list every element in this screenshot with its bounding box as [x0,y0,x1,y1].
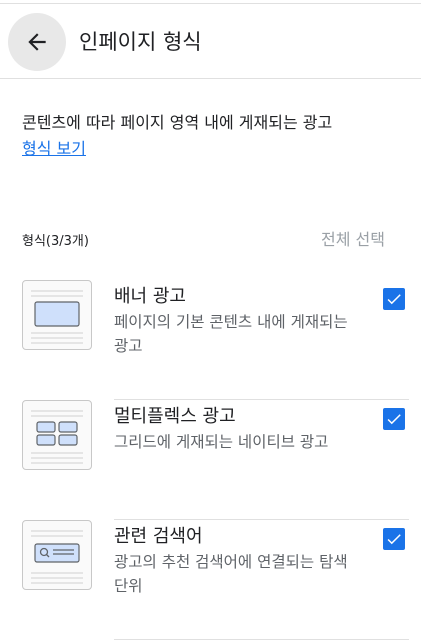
banner-checkbox[interactable] [383,288,405,310]
format-description: 페이지의 기본 콘텐츠 내에 게재되는 광고 [114,313,348,355]
format-title: 관련 검색어 [114,526,203,547]
header-divider [0,78,421,79]
banner-ad-thumbnail-icon [22,280,92,350]
format-title: 멀티플렉스 광고 [114,406,236,427]
multiplex-checkbox[interactable] [383,408,405,430]
checkmark-icon [387,414,401,425]
back-button[interactable] [8,13,66,71]
format-description: 그리드에 게재되는 네이티브 광고 [114,433,329,451]
related-search-checkbox[interactable] [383,528,405,550]
view-formats-link[interactable]: 형식 보기 [22,136,86,162]
page-title: 인페이지 형식 [79,30,202,54]
section-label: 형식(3/3개) [22,234,89,249]
header: 인페이지 형식 [0,0,421,78]
description-text: 콘텐츠에 따라 페이지 영역 내에 게재되는 광고 [22,113,333,132]
checkmark-icon [387,294,401,305]
multiplex-ad-thumbnail-icon [22,400,92,470]
format-item-banner[interactable]: 배너 광고 페이지의 기본 콘텐츠 내에 게재되는 광고 [22,280,409,400]
related-search-thumbnail-icon [22,520,92,590]
format-title: 배너 광고 [114,286,186,307]
checkmark-icon [387,534,401,545]
format-item-multiplex[interactable]: 멀티플렉스 광고 그리드에 게재되는 네이티브 광고 [22,400,409,520]
select-all-button[interactable]: 전체 선택 [321,226,385,250]
arrow-back-icon [28,33,46,51]
format-item-related-search[interactable]: 관련 검색어 광고의 추천 검색어에 연결되는 탐색 단위 [22,520,409,640]
description: 콘텐츠에 따라 페이지 영역 내에 게재되는 광고 형식 보기 [22,110,401,162]
format-description: 광고의 추천 검색어에 연결되는 탐색 단위 [114,553,348,595]
section-header: 형식(3/3개) 전체 선택 [22,226,385,250]
